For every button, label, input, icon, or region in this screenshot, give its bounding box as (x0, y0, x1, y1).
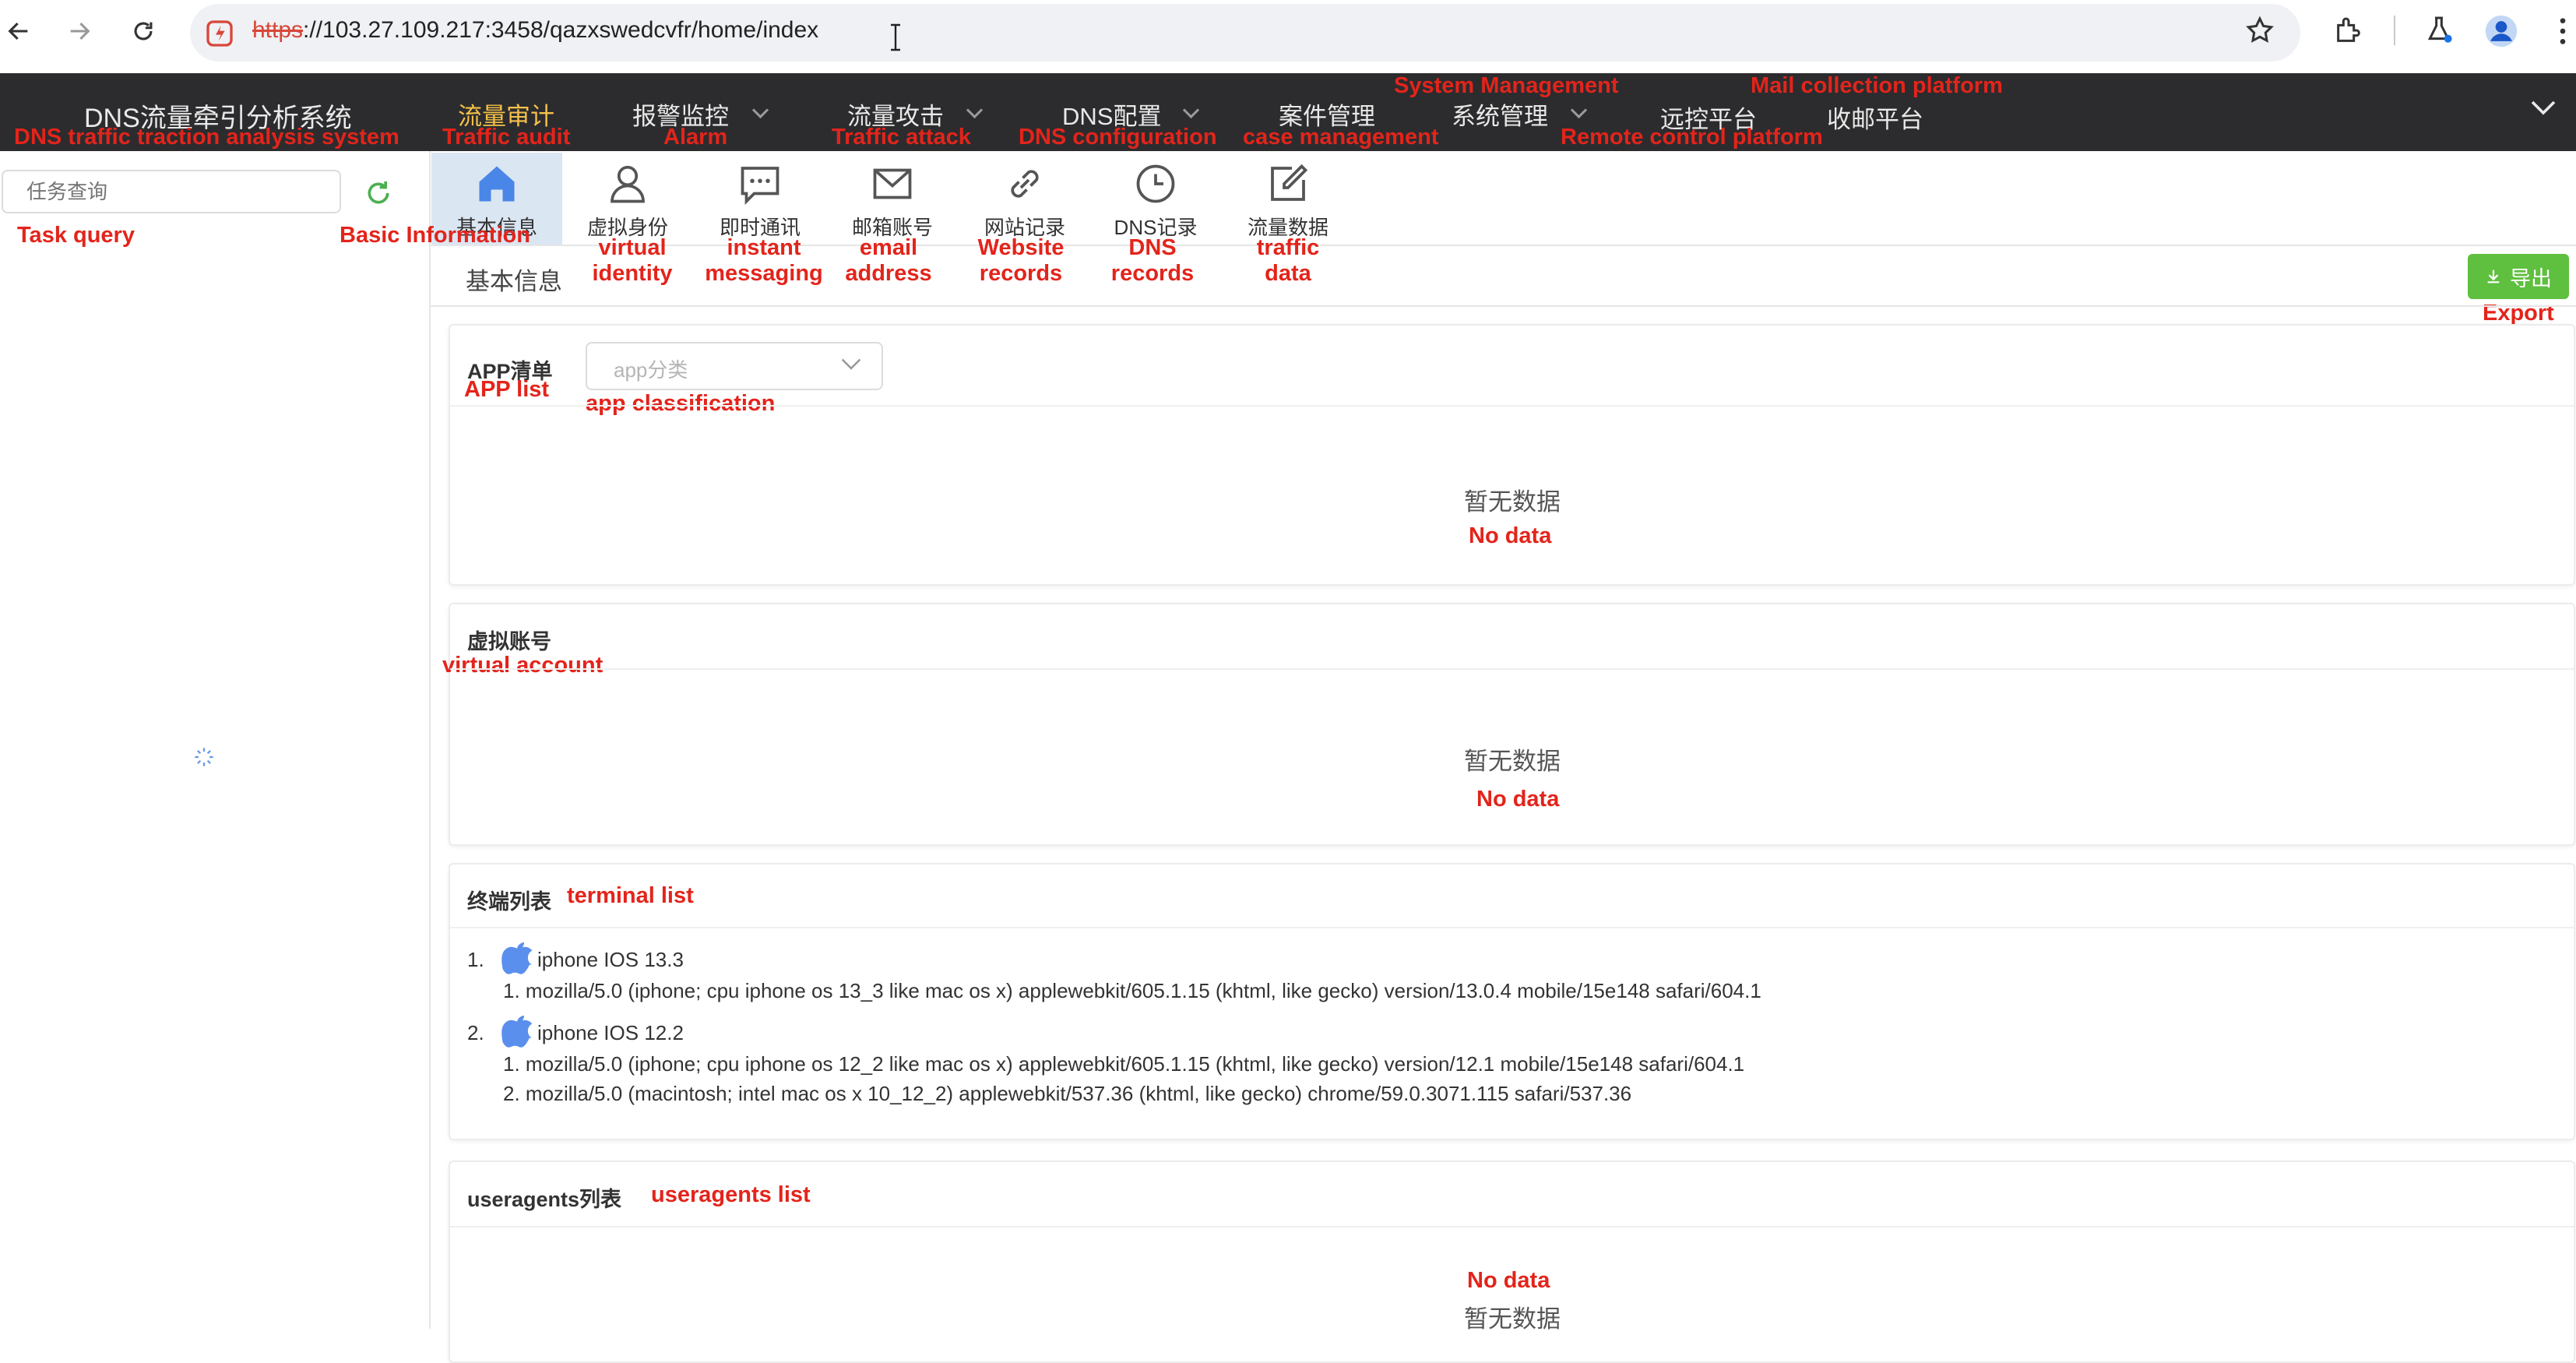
empty-annotation: No data (1467, 1268, 1550, 1293)
edit-icon (1271, 164, 1308, 201)
select-placeholder: app分类 (614, 358, 688, 382)
chevron-down-icon (841, 356, 861, 377)
empty-text: 暂无数据 (1464, 488, 1561, 516)
app-category-annotation: app classification (586, 391, 776, 416)
url-text[interactable]: https://103.27.109.217:3458/qazxswedcvfr… (252, 17, 818, 44)
terminal-name: iphone IOS 13.3 (537, 948, 684, 971)
labs-flask-icon[interactable] (2423, 14, 2455, 49)
useragents-annotation: useragents list (651, 1182, 811, 1207)
virtual-account-title: 虚拟账号 (467, 630, 551, 653)
terminal-name: iphone IOS 12.2 (537, 1021, 684, 1044)
tab-website-records[interactable]: 网站记录 (959, 153, 1090, 245)
tab-traffic-data-annotation: traffic data (1256, 235, 1320, 287)
tab-virtual-identity[interactable]: 虚拟身份 (562, 153, 693, 245)
nav-mail-collection-annotation: Mail collection platform (1751, 73, 2003, 98)
bookmark-star-icon[interactable] (2244, 15, 2275, 50)
task-query-annotation: Task query (17, 223, 135, 248)
clock-icon (1136, 164, 1175, 203)
nav-system-management[interactable]: 系统管理 (1452, 97, 1548, 132)
back-arrow-icon[interactable] (3, 16, 34, 47)
mail-icon (873, 168, 912, 199)
card-divider (450, 668, 2574, 670)
card-divider (450, 1226, 2574, 1227)
home-icon (479, 166, 515, 202)
card-divider (450, 927, 2574, 928)
browser-menu-icon[interactable] (2557, 16, 2568, 51)
user-icon (611, 165, 645, 203)
browser-toolbar: https://103.27.109.217:3458/qazxswedcvfr… (0, 0, 2576, 73)
header-collapse-chevron-icon[interactable] (2531, 100, 2556, 121)
nav-system-management-annotation: System Management (1394, 73, 1619, 98)
tab-email-account[interactable]: 邮箱账号 (827, 153, 958, 245)
section-title: 基本信息 (466, 268, 562, 295)
empty-annotation: No data (1476, 787, 1560, 812)
apple-icon (501, 1013, 534, 1052)
app-list-annotation: APP list (464, 377, 550, 402)
refresh-icon[interactable] (363, 178, 394, 213)
virtual-account-annotation: virtual account (442, 653, 604, 678)
terminal-list-annotation: terminal list (567, 883, 694, 908)
nav-case-management-annotation: case management (1243, 125, 1439, 150)
empty-text: 暂无数据 (1464, 1305, 1561, 1333)
export-button[interactable]: 导出 (2468, 254, 2569, 299)
app-category-select[interactable]: app分类 (586, 342, 883, 390)
url-path: ://103.27.109.217:3458/qazxswedcvfr/home… (303, 17, 819, 43)
chat-icon (741, 167, 779, 206)
forward-arrow-icon[interactable] (64, 16, 95, 47)
apple-icon (501, 939, 534, 979)
nav-traffic-audit-annotation: Traffic audit (442, 125, 571, 150)
export-annotation: Export (2483, 301, 2554, 326)
url-scheme: https (252, 17, 304, 43)
terminal-number: 2. (467, 1021, 484, 1044)
section-divider (431, 305, 2576, 307)
toolbar-divider (2394, 16, 2395, 45)
nav-traffic-attack-annotation: Traffic attack (832, 125, 971, 150)
extensions-icon[interactable] (2333, 15, 2364, 50)
tab-instant-messaging[interactable]: 即时通讯 (695, 153, 825, 245)
tab-virtual-identity-annotation: virtual identity (592, 235, 673, 287)
empty-annotation: No data (1469, 523, 1552, 548)
useragents-title: useragents列表 (467, 1188, 622, 1211)
nav-mail-collection[interactable]: 收邮平台 (1827, 100, 1923, 135)
nav-remote-control-annotation: Remote control platform (1561, 125, 1823, 150)
tab-dns-records[interactable]: DNS记录 (1090, 153, 1221, 245)
app-title-annotation: DNS traffic traction analysis system (14, 125, 399, 150)
task-query-input[interactable] (2, 170, 341, 213)
tab-dns-records-annotation: DNS records (1110, 235, 1195, 287)
terminal-list-title: 终端列表 (467, 890, 551, 914)
reload-icon[interactable] (128, 16, 159, 47)
profile-avatar-icon[interactable] (2484, 14, 2518, 52)
task-sidebar (0, 151, 431, 1329)
download-icon (2487, 269, 2500, 284)
tab-website-records-annotation: Website records (977, 235, 1065, 287)
nav-alarm-annotation: Alarm (663, 125, 728, 150)
card-divider (450, 405, 2574, 407)
export-label: 导出 (2510, 266, 2552, 291)
nav-dns-config-annotation: DNS configuration (1019, 125, 1217, 150)
tab-traffic-data[interactable]: 流量数据 (1223, 153, 1353, 245)
text-cursor-icon (889, 23, 902, 55)
not-secure-icon[interactable] (204, 18, 235, 53)
terminal-number: 1. (467, 948, 484, 971)
tab-email-account-annotation: email address (845, 235, 932, 287)
useragent-line: 2. mozilla/5.0 (macintosh; intel mac os … (503, 1082, 1632, 1105)
empty-text: 暂无数据 (1464, 748, 1561, 775)
tab-basic-info-annotation: Basic Information (340, 223, 530, 248)
tab-instant-messaging-annotation: instant messaging (705, 235, 823, 287)
link-icon (1011, 170, 1039, 198)
useragent-line: 1. mozilla/5.0 (iphone; cpu iphone os 13… (503, 979, 1761, 1002)
loading-spinner-icon (193, 746, 215, 772)
useragent-line: 1. mozilla/5.0 (iphone; cpu iphone os 12… (503, 1052, 1745, 1076)
